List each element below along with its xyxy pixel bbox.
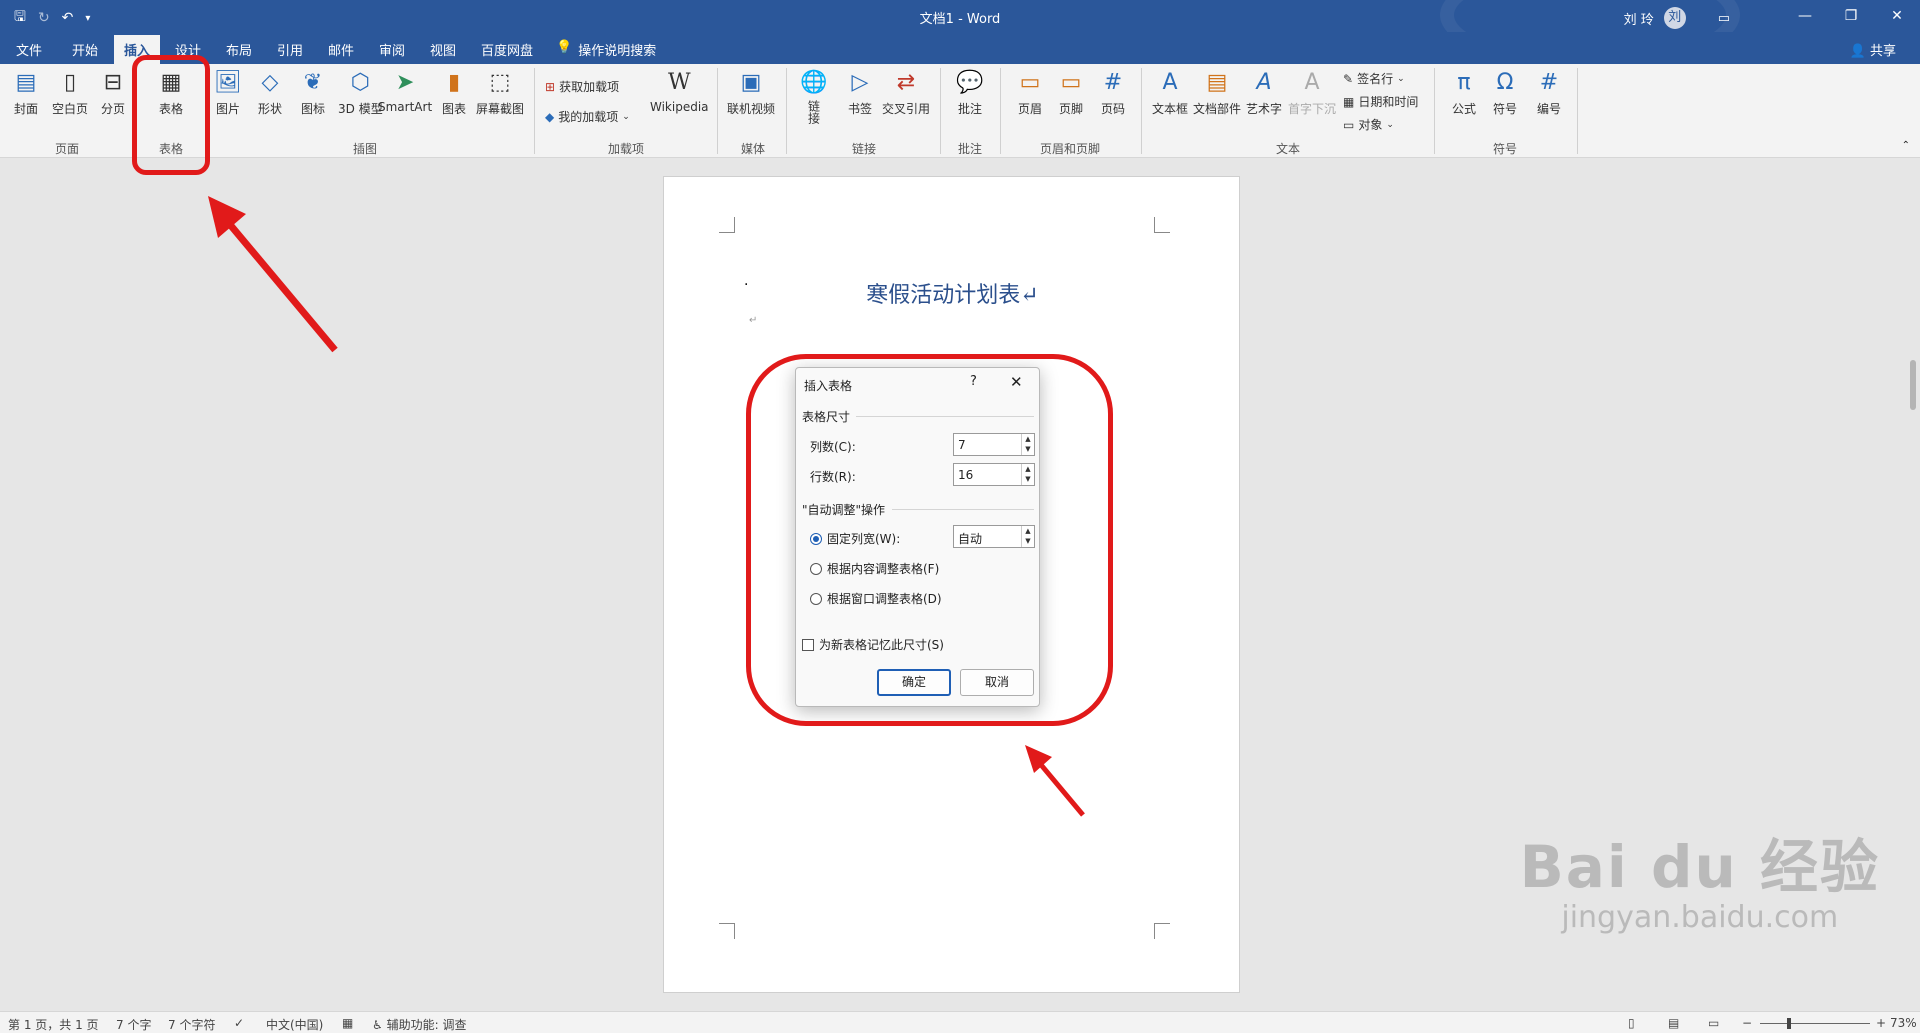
proofing-icon[interactable]: ✓ [234,1016,244,1030]
vertical-scrollbar-thumb[interactable] [1910,360,1916,410]
char-count[interactable]: 7 个字符 [168,1016,215,1033]
zoom-out-icon[interactable]: − [1742,1016,1752,1030]
zoom-in-icon[interactable]: + [1876,1016,1886,1030]
print-layout-icon[interactable]: ▤ [1668,1016,1679,1030]
accessibility-icon: ♿ [372,1018,383,1032]
page-count[interactable]: 第 1 页，共 1 页 [8,1016,99,1033]
accessibility-status[interactable]: ♿ 辅助功能: 调查 [372,1016,466,1033]
baidu-jingyan-watermark: Bai du 经验 jingyan.baidu.com [1520,820,1880,935]
zoom-level[interactable]: 73% [1890,1016,1917,1030]
macro-icon[interactable]: ▦ [342,1016,353,1030]
zoom-slider[interactable] [1760,1023,1870,1024]
status-bar: 第 1 页，共 1 页 7 个字 7 个字符 ✓ 中文(中国) ▦ ♿ 辅助功能… [0,1011,1920,1033]
watermark-url: jingyan.baidu.com [1561,900,1839,935]
word-count[interactable]: 7 个字 [116,1016,151,1033]
watermark-logo: Bai du 经验 [1519,833,1880,901]
arrow-to-table-button [208,196,338,353]
language[interactable]: 中文(中国) [266,1016,323,1033]
zoom-slider-thumb[interactable] [1787,1018,1791,1029]
web-layout-icon[interactable]: ▭ [1708,1016,1719,1030]
arrow-to-dialog [1025,745,1085,817]
read-mode-icon[interactable]: ▯ [1628,1016,1635,1030]
